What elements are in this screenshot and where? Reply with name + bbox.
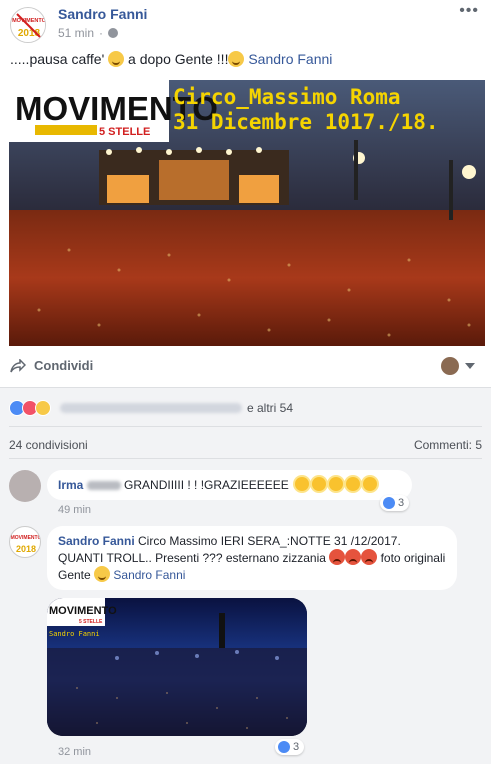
concert-night-photo: MOVIMENTO 5 STELLE Sandro Fanni <box>47 598 307 736</box>
share-label: Condividi <box>34 358 94 373</box>
share-arrow-icon <box>10 358 26 372</box>
smile-emoji-icon <box>228 51 245 67</box>
image-caption-line1: Circo_Massimo Roma <box>173 85 401 109</box>
comment-like-count: 3 <box>398 497 405 509</box>
comment-time[interactable]: 32 min <box>58 746 91 758</box>
comment-bubble: Sandro Fanni Circo Massimo IERI SERA_:NO… <box>47 526 457 590</box>
comment-like-count: 3 <box>293 741 300 753</box>
comment-like-badge[interactable]: 3 <box>275 739 305 755</box>
user-avatar <box>441 357 459 375</box>
privacy-globe-icon[interactable] <box>108 28 119 38</box>
feedback-section: e altri 54 24 condivisioni Commenti: 5 I… <box>0 387 491 764</box>
comment-like-badge[interactable]: 3 <box>380 495 410 511</box>
concert-crowd-photo: MOVIMENTO 5 STELLE Circo_Massimo Roma 31… <box>9 80 485 346</box>
movimento-logo-icon: MOVIMENTO 2018 <box>12 9 46 42</box>
sun-emoji-icon <box>363 477 378 491</box>
post-meta: 51 min · <box>58 26 119 40</box>
angry-emoji-icon <box>329 549 346 565</box>
sun-emoji-icon <box>329 477 344 491</box>
smile-emoji-icon <box>94 566 111 582</box>
commenter-avatar[interactable] <box>9 470 41 502</box>
movimento-logo-icon: MOVIMENTO 2018 <box>11 535 41 554</box>
divider <box>9 458 482 459</box>
post-author[interactable]: Sandro Fanni <box>58 6 147 22</box>
reactions-summary[interactable]: e altri 54 <box>9 400 293 416</box>
comment-item: Irma GRANDIIIII ! ! !GRAZIEEEEEE 49 min <box>9 470 482 520</box>
post-image[interactable]: MOVIMENTO 5 STELLE Circo_Massimo Roma 31… <box>9 80 485 346</box>
reactor-names-blurred[interactable] <box>60 403 242 413</box>
reactions-others[interactable]: e altri 54 <box>247 401 293 415</box>
profile-switcher[interactable] <box>441 357 475 375</box>
avatar-year: 2018 <box>16 544 36 554</box>
comments-count[interactable]: Commenti: 5 <box>414 438 482 452</box>
share-button[interactable]: Condividi <box>10 358 93 373</box>
photo-logo-word: MOVIMENTO <box>49 605 117 617</box>
angry-emoji-icon <box>345 549 362 565</box>
author-avatar[interactable]: MOVIMENTO 2018 <box>10 7 46 43</box>
sun-emoji-icon <box>295 477 310 491</box>
post-header: MOVIMENTO 2018 Sandro Fanni 51 min · ••• <box>0 0 491 46</box>
comment-author[interactable]: Sandro Fanni <box>58 534 135 548</box>
post-text-start: .....pausa caffe' <box>10 51 105 67</box>
wow-reaction-icon <box>35 400 51 416</box>
author-surname-blurred <box>86 481 121 490</box>
like-icon <box>278 741 290 753</box>
post-actions: Condividi <box>0 347 491 387</box>
svg-text:MOVIMENTO: MOVIMENTO <box>11 535 41 541</box>
post-tag[interactable]: Sandro Fanni <box>248 51 332 67</box>
comment-photo[interactable]: MOVIMENTO 5 STELLE Sandro Fanni <box>47 598 307 736</box>
post-logo-sub: 5 STELLE <box>99 126 150 138</box>
shares-count[interactable]: 24 condivisioni <box>9 438 88 452</box>
image-caption-line2: 31 Dicembre 1017./18. <box>173 110 439 134</box>
comment-bubble: Irma GRANDIIIII ! ! !GRAZIEEEEEE <box>47 470 412 500</box>
smile-emoji-icon <box>108 51 125 67</box>
like-icon <box>383 497 395 509</box>
post-text-middle: a dopo Gente !!! <box>128 51 229 67</box>
more-options-icon[interactable]: ••• <box>459 2 479 20</box>
chevron-down-icon <box>465 363 475 369</box>
angry-emoji-icon <box>361 549 378 565</box>
sun-emoji-icon <box>312 477 327 491</box>
photo-signature: Sandro Fanni <box>49 630 100 638</box>
photo-logo-sub: 5 STELLE <box>79 619 103 625</box>
post-time[interactable]: 51 min <box>58 26 94 40</box>
comment-text: GRANDIIIII ! ! !GRAZIEEEEEE <box>124 478 289 492</box>
sun-emoji-icon <box>346 477 361 491</box>
comment-tag[interactable]: Sandro Fanni <box>113 568 185 582</box>
comment-author[interactable]: Irma <box>58 478 83 492</box>
divider <box>9 426 482 427</box>
comment-time[interactable]: 49 min <box>58 504 91 516</box>
post-text: .....pausa caffe' a dopo Gente !!! Sandr… <box>10 51 332 67</box>
svg-text:MOVIMENTO: MOVIMENTO <box>12 18 46 24</box>
commenter-avatar[interactable]: MOVIMENTO 2018 <box>9 526 41 558</box>
